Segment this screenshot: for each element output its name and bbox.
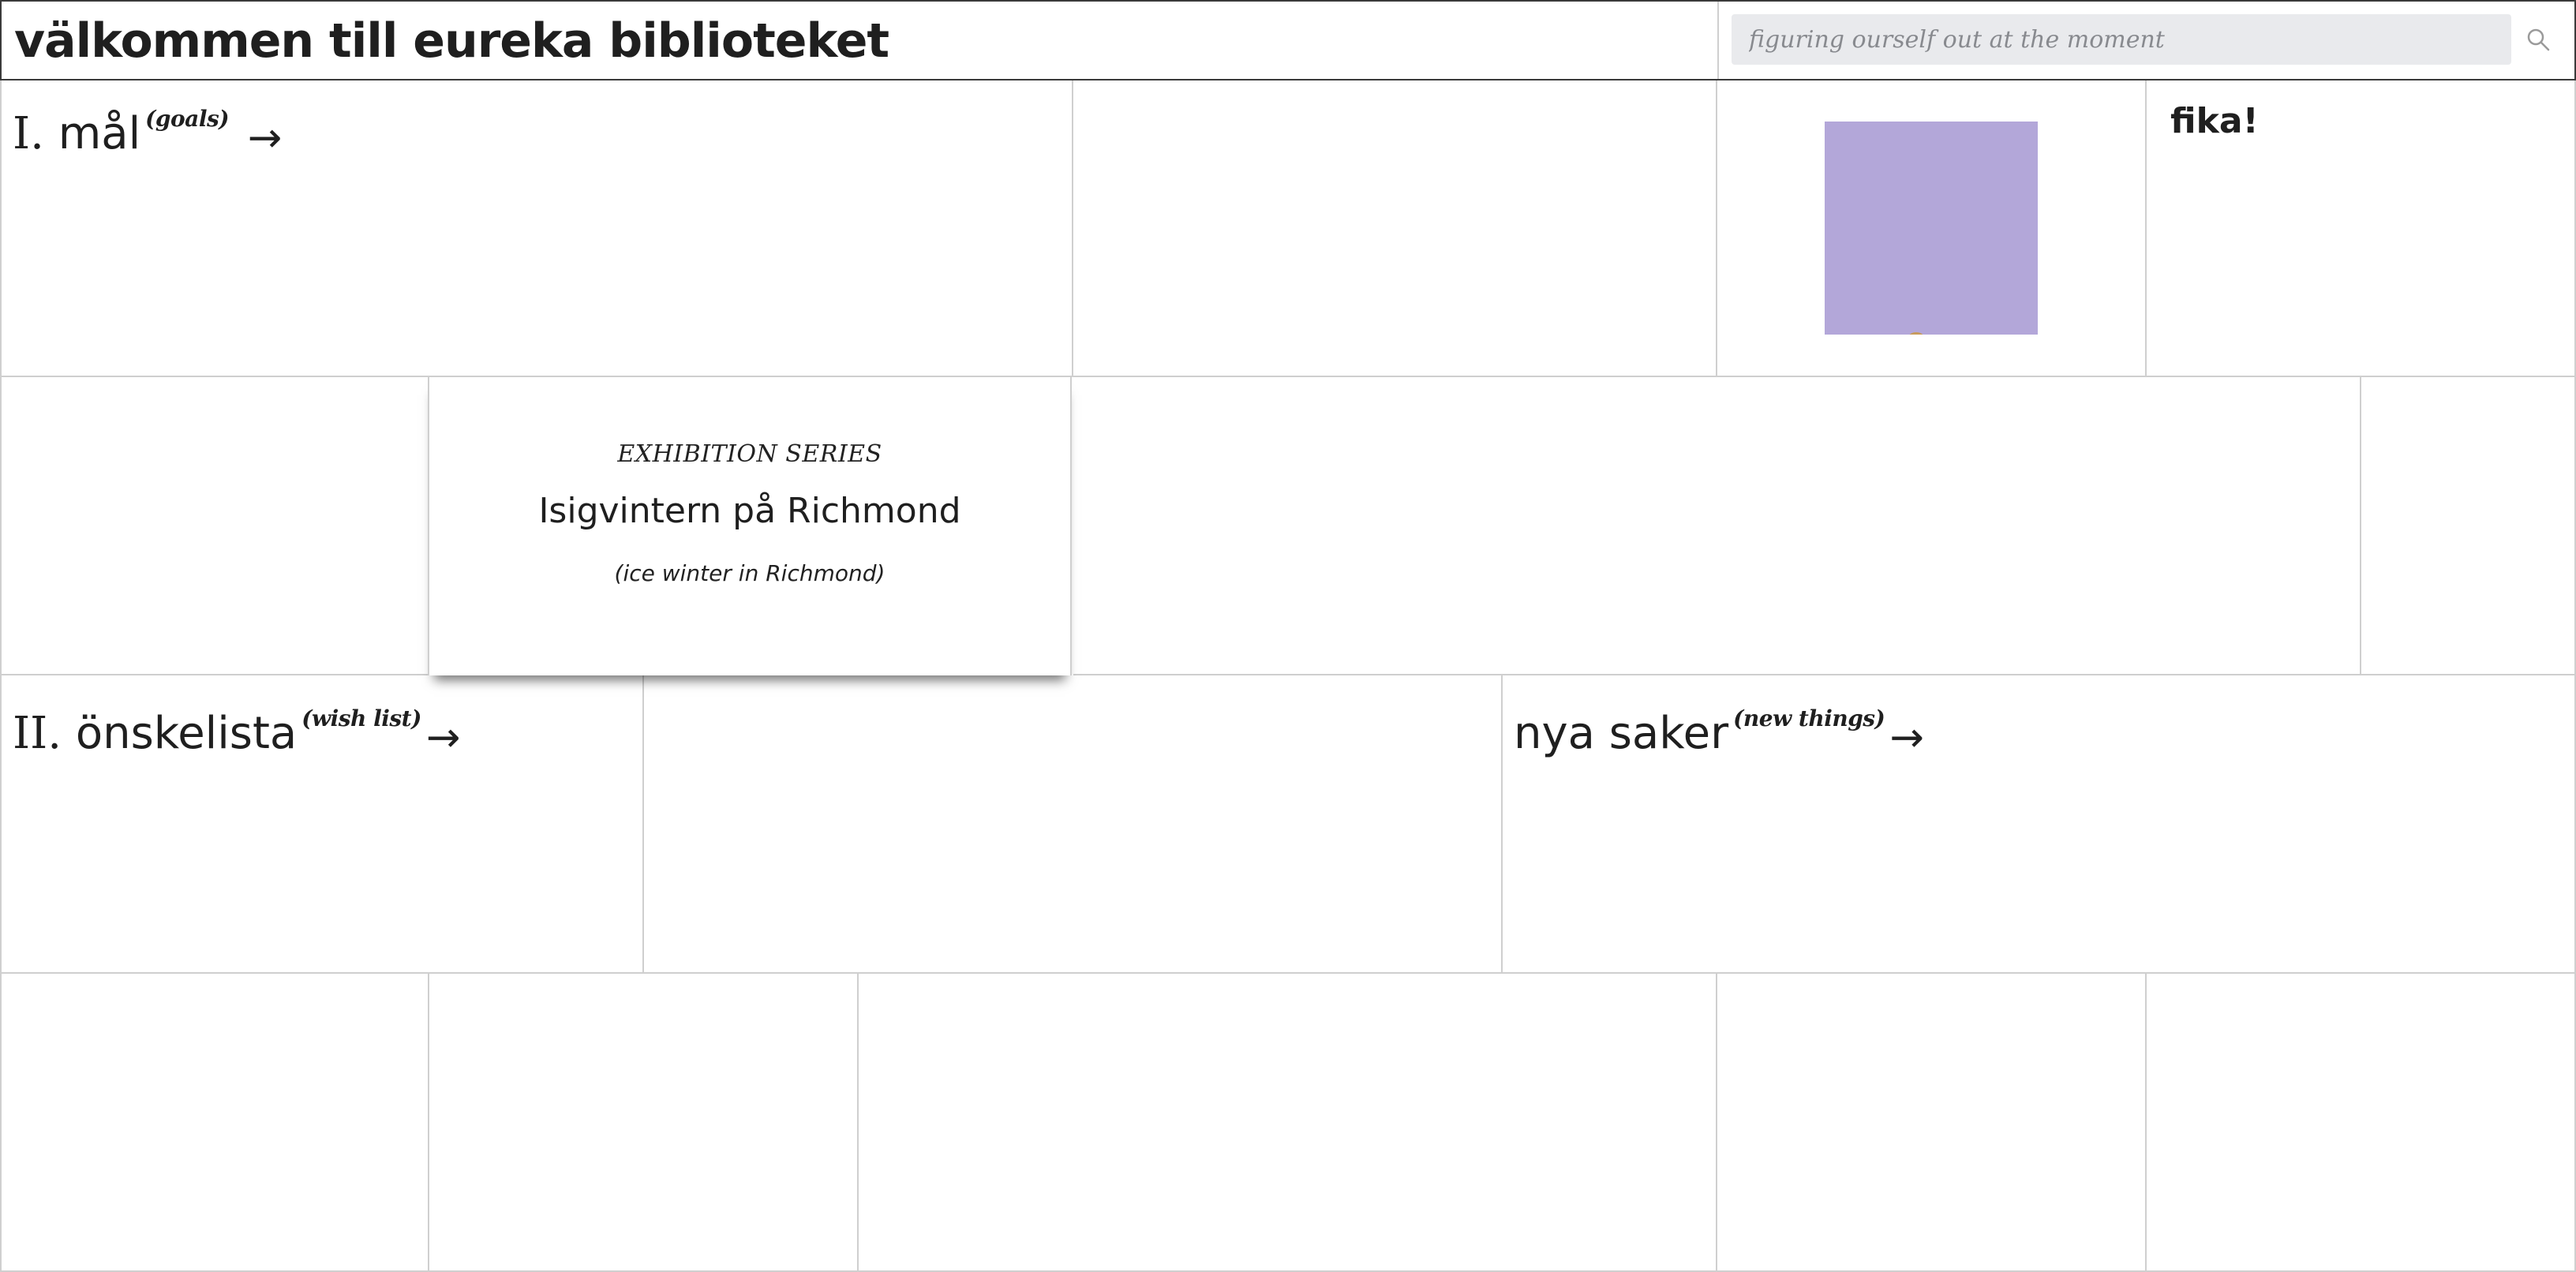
grid-tile-empty	[2361, 377, 2576, 675]
goals-subtitle: (goals)	[145, 106, 229, 132]
cover-image[interactable]	[1825, 122, 2038, 335]
grid-tile-empty	[0, 974, 429, 1272]
grid-tile-empty	[644, 675, 1503, 974]
cover-tile[interactable]	[1717, 80, 2147, 377]
grid-tile-empty	[429, 974, 859, 1272]
goals-numeral: I.	[13, 108, 44, 159]
wishlist-arrow-icon[interactable]: →	[426, 714, 461, 761]
search-input[interactable]	[1732, 14, 2511, 65]
new-things-subtitle: (new things)	[1733, 705, 1885, 731]
exhibition-kicker: EXHIBITION SERIES	[617, 440, 882, 468]
goals-heading[interactable]: I. mål (goals) →	[13, 93, 282, 164]
new-things-heading[interactable]: nya saker (new things) →	[1514, 693, 1924, 764]
cover-artwork	[1909, 332, 1923, 335]
exhibition-title: Isigvintern på Richmond	[538, 491, 961, 531]
wishlist-numeral: II.	[13, 708, 62, 759]
grid-tile-empty	[2147, 974, 2576, 1272]
wishlist-title: önskelista	[75, 708, 298, 759]
new-things-title: nya saker	[1514, 708, 1729, 759]
topbar-divider	[1717, 2, 1719, 79]
grid-tile-empty	[1717, 974, 2147, 1272]
fika-heading[interactable]: fika!	[2170, 101, 2259, 141]
wishlist-subtitle: (wish list)	[301, 705, 421, 731]
goals-arrow-icon[interactable]: →	[248, 114, 283, 162]
exhibition-card[interactable]: EXHIBITION SERIES Isigvintern på Richmon…	[428, 377, 1072, 675]
grid-tile-empty	[0, 377, 429, 675]
new-things-tile[interactable]: nya saker (new things) →	[1503, 675, 2576, 974]
wishlist-tile[interactable]: II. önskelista (wish list) →	[0, 675, 644, 974]
goals-title: mål	[58, 108, 141, 159]
grid-tile-empty	[859, 974, 1717, 1272]
goals-tile[interactable]: I. mål (goals) →	[0, 80, 1073, 377]
top-bar: välkommen till eureka biblioteket	[0, 0, 2576, 80]
search-icon[interactable]	[2524, 25, 2552, 54]
site-title: välkommen till eureka biblioteket	[14, 13, 889, 69]
exhibition-subtitle: (ice winter in Richmond)	[614, 560, 886, 586]
grid-tile-empty	[1073, 80, 1717, 377]
grid-tile-empty	[1073, 377, 2361, 675]
wishlist-heading[interactable]: II. önskelista (wish list) →	[13, 693, 460, 764]
new-things-arrow-icon[interactable]: →	[1889, 714, 1924, 761]
fika-tile[interactable]: fika!	[2147, 80, 2576, 377]
